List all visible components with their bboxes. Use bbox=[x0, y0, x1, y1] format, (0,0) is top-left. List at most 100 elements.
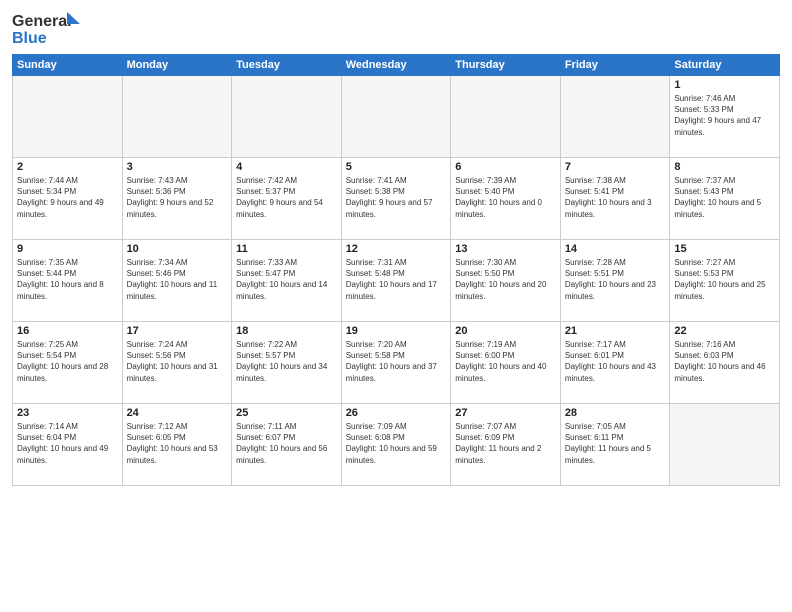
calendar-cell: 18 Sunrise: 7:22 AM Sunset: 5:57 PM Dayli… bbox=[232, 322, 342, 404]
day-info: Sunrise: 7:33 AM Sunset: 5:47 PM Dayligh… bbox=[236, 257, 337, 302]
day-number: 5 bbox=[346, 161, 447, 173]
day-info: Sunrise: 7:46 AM Sunset: 5:33 PM Dayligh… bbox=[674, 93, 775, 138]
logo: GeneralBlue bbox=[12, 10, 82, 48]
calendar-cell: 19 Sunrise: 7:20 AM Sunset: 5:58 PM Dayli… bbox=[341, 322, 451, 404]
day-info: Sunrise: 7:05 AM Sunset: 6:11 PM Dayligh… bbox=[565, 421, 666, 466]
calendar-cell bbox=[122, 76, 232, 158]
calendar-cell bbox=[341, 76, 451, 158]
day-number: 16 bbox=[17, 325, 118, 337]
calendar-cell bbox=[670, 404, 780, 486]
day-info: Sunrise: 7:19 AM Sunset: 6:00 PM Dayligh… bbox=[455, 339, 556, 384]
week-row-4: 16 Sunrise: 7:25 AM Sunset: 5:54 PM Dayli… bbox=[13, 322, 780, 404]
calendar-cell: 8 Sunrise: 7:37 AM Sunset: 5:43 PM Daylig… bbox=[670, 158, 780, 240]
calendar-cell: 5 Sunrise: 7:41 AM Sunset: 5:38 PM Daylig… bbox=[341, 158, 451, 240]
col-header-wednesday: Wednesday bbox=[341, 55, 451, 76]
col-header-tuesday: Tuesday bbox=[232, 55, 342, 76]
calendar-cell: 25 Sunrise: 7:11 AM Sunset: 6:07 PM Dayli… bbox=[232, 404, 342, 486]
calendar-cell: 20 Sunrise: 7:19 AM Sunset: 6:00 PM Dayli… bbox=[451, 322, 561, 404]
col-header-thursday: Thursday bbox=[451, 55, 561, 76]
day-info: Sunrise: 7:35 AM Sunset: 5:44 PM Dayligh… bbox=[17, 257, 118, 302]
col-header-sunday: Sunday bbox=[13, 55, 123, 76]
day-info: Sunrise: 7:09 AM Sunset: 6:08 PM Dayligh… bbox=[346, 421, 447, 466]
calendar-cell: 6 Sunrise: 7:39 AM Sunset: 5:40 PM Daylig… bbox=[451, 158, 561, 240]
calendar-cell: 22 Sunrise: 7:16 AM Sunset: 6:03 PM Dayli… bbox=[670, 322, 780, 404]
day-number: 27 bbox=[455, 407, 556, 419]
day-info: Sunrise: 7:44 AM Sunset: 5:34 PM Dayligh… bbox=[17, 175, 118, 220]
day-number: 1 bbox=[674, 79, 775, 91]
day-info: Sunrise: 7:24 AM Sunset: 5:56 PM Dayligh… bbox=[127, 339, 228, 384]
calendar-cell bbox=[13, 76, 123, 158]
day-info: Sunrise: 7:43 AM Sunset: 5:36 PM Dayligh… bbox=[127, 175, 228, 220]
day-number: 15 bbox=[674, 243, 775, 255]
day-number: 28 bbox=[565, 407, 666, 419]
day-number: 25 bbox=[236, 407, 337, 419]
calendar-cell: 11 Sunrise: 7:33 AM Sunset: 5:47 PM Dayli… bbox=[232, 240, 342, 322]
day-number: 23 bbox=[17, 407, 118, 419]
calendar-cell: 2 Sunrise: 7:44 AM Sunset: 5:34 PM Daylig… bbox=[13, 158, 123, 240]
day-info: Sunrise: 7:16 AM Sunset: 6:03 PM Dayligh… bbox=[674, 339, 775, 384]
calendar-cell bbox=[560, 76, 670, 158]
day-number: 10 bbox=[127, 243, 228, 255]
calendar-cell: 10 Sunrise: 7:34 AM Sunset: 5:46 PM Dayli… bbox=[122, 240, 232, 322]
day-info: Sunrise: 7:39 AM Sunset: 5:40 PM Dayligh… bbox=[455, 175, 556, 220]
day-number: 20 bbox=[455, 325, 556, 337]
day-info: Sunrise: 7:34 AM Sunset: 5:46 PM Dayligh… bbox=[127, 257, 228, 302]
day-info: Sunrise: 7:07 AM Sunset: 6:09 PM Dayligh… bbox=[455, 421, 556, 466]
day-number: 2 bbox=[17, 161, 118, 173]
day-info: Sunrise: 7:25 AM Sunset: 5:54 PM Dayligh… bbox=[17, 339, 118, 384]
day-info: Sunrise: 7:27 AM Sunset: 5:53 PM Dayligh… bbox=[674, 257, 775, 302]
calendar-cell: 26 Sunrise: 7:09 AM Sunset: 6:08 PM Dayli… bbox=[341, 404, 451, 486]
day-number: 21 bbox=[565, 325, 666, 337]
day-info: Sunrise: 7:41 AM Sunset: 5:38 PM Dayligh… bbox=[346, 175, 447, 220]
day-info: Sunrise: 7:14 AM Sunset: 6:04 PM Dayligh… bbox=[17, 421, 118, 466]
day-info: Sunrise: 7:20 AM Sunset: 5:58 PM Dayligh… bbox=[346, 339, 447, 384]
calendar-cell: 21 Sunrise: 7:17 AM Sunset: 6:01 PM Dayli… bbox=[560, 322, 670, 404]
day-info: Sunrise: 7:42 AM Sunset: 5:37 PM Dayligh… bbox=[236, 175, 337, 220]
calendar-cell: 17 Sunrise: 7:24 AM Sunset: 5:56 PM Dayli… bbox=[122, 322, 232, 404]
week-row-1: 1 Sunrise: 7:46 AM Sunset: 5:33 PM Daylig… bbox=[13, 76, 780, 158]
day-info: Sunrise: 7:38 AM Sunset: 5:41 PM Dayligh… bbox=[565, 175, 666, 220]
week-row-2: 2 Sunrise: 7:44 AM Sunset: 5:34 PM Daylig… bbox=[13, 158, 780, 240]
day-number: 18 bbox=[236, 325, 337, 337]
day-number: 14 bbox=[565, 243, 666, 255]
calendar-cell bbox=[232, 76, 342, 158]
calendar-cell: 27 Sunrise: 7:07 AM Sunset: 6:09 PM Dayli… bbox=[451, 404, 561, 486]
page-container: GeneralBlue SundayMondayTuesdayWednesday… bbox=[0, 0, 792, 494]
calendar-cell: 23 Sunrise: 7:14 AM Sunset: 6:04 PM Dayli… bbox=[13, 404, 123, 486]
day-info: Sunrise: 7:30 AM Sunset: 5:50 PM Dayligh… bbox=[455, 257, 556, 302]
calendar-cell: 24Sunrise: 7:12 AM Sunset: 6:05 PM Dayli… bbox=[122, 404, 232, 486]
calendar-cell: 12Sunrise: 7:31 AM Sunset: 5:48 PM Dayli… bbox=[341, 240, 451, 322]
calendar-cell: 15 Sunrise: 7:27 AM Sunset: 5:53 PM Dayli… bbox=[670, 240, 780, 322]
calendar-table: SundayMondayTuesdayWednesdayThursdayFrid… bbox=[12, 54, 780, 486]
calendar-cell: 13Sunrise: 7:30 AM Sunset: 5:50 PM Dayli… bbox=[451, 240, 561, 322]
day-number: 17 bbox=[127, 325, 228, 337]
day-number: 11 bbox=[236, 243, 337, 255]
svg-text:General: General bbox=[12, 13, 72, 30]
day-number: 4 bbox=[236, 161, 337, 173]
calendar-cell: 28 Sunrise: 7:05 AM Sunset: 6:11 PM Dayli… bbox=[560, 404, 670, 486]
day-number: 7 bbox=[565, 161, 666, 173]
day-info: Sunrise: 7:22 AM Sunset: 5:57 PM Dayligh… bbox=[236, 339, 337, 384]
day-number: 6 bbox=[455, 161, 556, 173]
day-info: Sunrise: 7:12 AM Sunset: 6:05 PM Dayligh… bbox=[127, 421, 228, 466]
day-number: 19 bbox=[346, 325, 447, 337]
day-info: Sunrise: 7:17 AM Sunset: 6:01 PM Dayligh… bbox=[565, 339, 666, 384]
calendar-cell: 14Sunrise: 7:28 AM Sunset: 5:51 PM Dayli… bbox=[560, 240, 670, 322]
calendar-cell: 4 Sunrise: 7:42 AM Sunset: 5:37 PM Daylig… bbox=[232, 158, 342, 240]
logo-svg: GeneralBlue bbox=[12, 10, 82, 48]
calendar-header-row: SundayMondayTuesdayWednesdayThursdayFrid… bbox=[13, 55, 780, 76]
day-number: 9 bbox=[17, 243, 118, 255]
col-header-monday: Monday bbox=[122, 55, 232, 76]
calendar-cell: 7 Sunrise: 7:38 AM Sunset: 5:41 PM Daylig… bbox=[560, 158, 670, 240]
day-info: Sunrise: 7:37 AM Sunset: 5:43 PM Dayligh… bbox=[674, 175, 775, 220]
day-number: 22 bbox=[674, 325, 775, 337]
col-header-friday: Friday bbox=[560, 55, 670, 76]
day-number: 8 bbox=[674, 161, 775, 173]
day-number: 26 bbox=[346, 407, 447, 419]
calendar-cell: 9 Sunrise: 7:35 AM Sunset: 5:44 PM Daylig… bbox=[13, 240, 123, 322]
calendar-cell bbox=[451, 76, 561, 158]
day-info: Sunrise: 7:11 AM Sunset: 6:07 PM Dayligh… bbox=[236, 421, 337, 466]
col-header-saturday: Saturday bbox=[670, 55, 780, 76]
header: GeneralBlue bbox=[12, 10, 780, 48]
calendar-cell: 16 Sunrise: 7:25 AM Sunset: 5:54 PM Dayli… bbox=[13, 322, 123, 404]
